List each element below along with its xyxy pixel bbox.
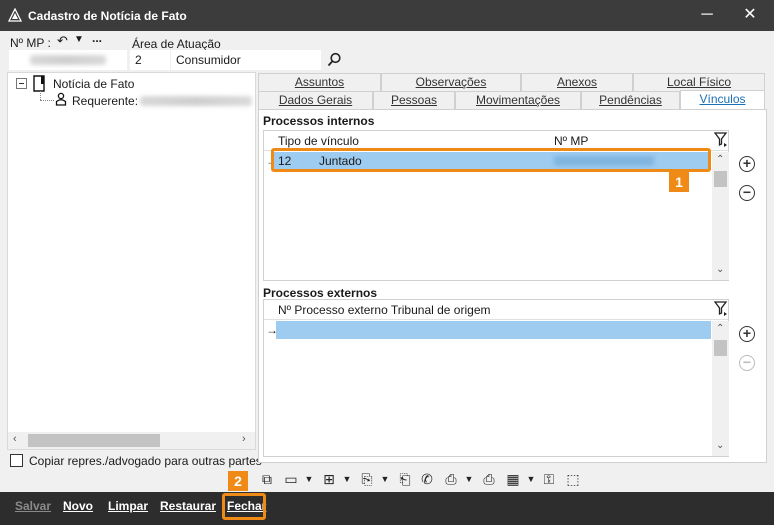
- folder-icon[interactable]: ▭: [282, 469, 300, 489]
- copy-representative-label: Copiar repres./advogado para outras part…: [29, 454, 262, 468]
- annotation-badge-1: 1: [669, 172, 689, 192]
- clipboard-icon[interactable]: ⎗: [396, 469, 414, 489]
- col-nro-mp[interactable]: Nº MP: [554, 134, 588, 148]
- internos-scrollbar[interactable]: ⌃ ⌄: [712, 152, 729, 280]
- save-button: Salvar: [15, 499, 52, 513]
- close-button[interactable]: ✕: [735, 4, 765, 26]
- scroll-down-icon[interactable]: ⌄: [716, 264, 724, 275]
- image-edit-icon[interactable]: ⬚: [564, 469, 582, 489]
- add-external-button[interactable]: +: [739, 326, 755, 342]
- highlight-row: [271, 148, 711, 172]
- tab-vinculos[interactable]: Vínculos: [680, 90, 765, 110]
- scroll-right-icon[interactable]: ›: [242, 433, 246, 445]
- col-tipo-vinculo[interactable]: Tipo de vínculo: [278, 134, 359, 148]
- print-dropdown-icon[interactable]: ▼: [460, 469, 478, 489]
- mp-number-field[interactable]: [9, 50, 127, 70]
- restore-button[interactable]: Restaurar: [160, 499, 216, 513]
- minimize-button[interactable]: ─: [692, 4, 722, 26]
- tab-local-fisico[interactable]: Local Físico: [633, 73, 765, 91]
- copy-representative-checkbox[interactable]: [10, 454, 23, 467]
- tree-horizontal-scrollbar[interactable]: ‹ ›: [8, 432, 255, 449]
- window-title: Cadastro de Notícia de Fato: [28, 9, 187, 23]
- clear-button[interactable]: Limpar: [108, 499, 148, 513]
- tab-observacoes[interactable]: Observações: [381, 73, 521, 91]
- more-button[interactable]: ...: [92, 31, 102, 45]
- documents-dropdown-icon[interactable]: ▼: [376, 469, 394, 489]
- action-toolbar: ⧉ ▭ ▼ ⊞ ▼ ⎘ ▼ ⎗ ✆ ⎙ ▼ ⎙ ▦ ▼ ⚿ ⬚: [258, 469, 588, 491]
- highlight-fechar: [222, 493, 266, 520]
- phone-icon[interactable]: ✆: [418, 469, 436, 489]
- chevron-down-icon[interactable]: ▼: [74, 34, 84, 45]
- table-row[interactable]: →: [264, 321, 711, 339]
- tree-root-label[interactable]: Notícia de Fato: [53, 77, 134, 91]
- new-button[interactable]: Novo: [63, 499, 93, 513]
- tree-child-label[interactable]: Requerente:: [72, 94, 138, 108]
- scroll-thumb[interactable]: [714, 340, 727, 356]
- printer-icon[interactable]: ⎙: [480, 469, 498, 489]
- area-label: Área de Atuação: [132, 37, 221, 51]
- tab-pendencias[interactable]: Pendências: [581, 91, 680, 109]
- title-bar: Cadastro de Notícia de Fato ─ ✕: [0, 0, 774, 31]
- search-icon[interactable]: [327, 52, 342, 67]
- externos-grid: Nº Processo externo Tribunal de origem →…: [263, 299, 729, 457]
- tree-panel: Notícia de Fato Requerente:: [7, 72, 256, 450]
- externos-title: Processos externos: [263, 286, 378, 300]
- footer-bar: Salvar Novo Limpar Restaurar Fechar: [0, 492, 774, 525]
- tab-assuntos[interactable]: Assuntos: [258, 73, 381, 91]
- scroll-up-icon[interactable]: ⌃: [716, 323, 724, 334]
- scroll-left-icon[interactable]: ‹: [13, 433, 17, 445]
- tab-pessoas[interactable]: Pessoas: [373, 91, 455, 109]
- area-code-field[interactable]: 2: [130, 50, 170, 70]
- add-internal-button[interactable]: +: [739, 156, 755, 172]
- person-icon: [55, 92, 67, 106]
- tab-movimentacoes[interactable]: Movimentações: [455, 91, 581, 109]
- undo-icon[interactable]: ↶: [57, 33, 68, 49]
- tab-anexos[interactable]: Anexos: [521, 73, 633, 91]
- internos-title: Processos internos: [263, 114, 375, 128]
- scroll-down-icon[interactable]: ⌄: [716, 440, 724, 451]
- document-icon: [33, 75, 45, 92]
- copy-add-icon[interactable]: ⧉: [258, 469, 276, 489]
- scroll-thumb[interactable]: [714, 171, 727, 187]
- hierarchy-dropdown-icon[interactable]: ▼: [338, 469, 356, 489]
- calendar-icon[interactable]: ▦: [504, 469, 522, 489]
- app-logo-icon: [8, 8, 22, 22]
- externos-header: Nº Processo externo Tribunal de origem: [264, 300, 728, 320]
- folder-dropdown-icon[interactable]: ▼: [300, 469, 318, 489]
- col-processo-externo[interactable]: Nº Processo externo Tribunal de origem: [278, 303, 490, 317]
- remove-external-button: −: [739, 355, 755, 371]
- filter-icon[interactable]: [714, 132, 728, 147]
- lock-doc-icon[interactable]: ⚿: [540, 469, 558, 489]
- filter-icon[interactable]: [714, 301, 728, 316]
- calendar-dropdown-icon[interactable]: ▼: [522, 469, 540, 489]
- scroll-up-icon[interactable]: ⌃: [716, 154, 724, 165]
- hierarchy-icon[interactable]: ⊞: [320, 469, 338, 489]
- externos-scrollbar[interactable]: ⌃ ⌄: [712, 321, 729, 456]
- annotation-badge-2: 2: [228, 471, 248, 491]
- area-name-field[interactable]: Consumidor: [171, 50, 321, 70]
- remove-internal-button[interactable]: −: [739, 185, 755, 201]
- tab-dados-gerais[interactable]: Dados Gerais: [258, 91, 373, 109]
- documents-icon[interactable]: ⎘: [358, 469, 376, 489]
- scroll-thumb[interactable]: [28, 434, 160, 447]
- collapse-icon[interactable]: [16, 78, 28, 90]
- print-icon[interactable]: ⎙: [442, 469, 460, 489]
- mp-label: Nº MP :: [10, 36, 51, 50]
